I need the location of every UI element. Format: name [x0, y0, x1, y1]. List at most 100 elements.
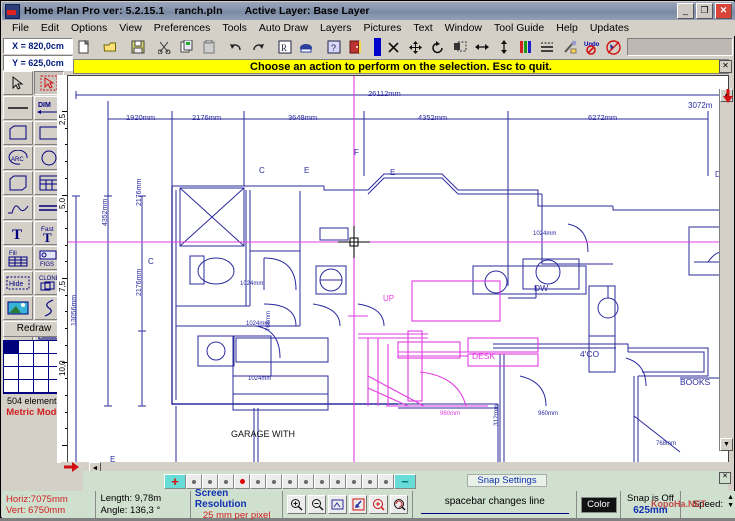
door-width-label: 960mm: [538, 411, 558, 417]
color-swatch[interactable]: [34, 354, 49, 367]
save-disk-icon[interactable]: [127, 37, 148, 58]
curve-tool[interactable]: [3, 196, 33, 220]
help-question-icon[interactable]: ?: [323, 37, 344, 58]
zoom-region-icon[interactable]: [369, 495, 388, 514]
menu-item-help[interactable]: Help: [550, 21, 584, 35]
open-folder-icon[interactable]: [100, 37, 121, 58]
color-swatch[interactable]: [4, 354, 19, 367]
color-swatch[interactable]: [34, 380, 49, 393]
maximize-button[interactable]: ❐: [696, 3, 713, 19]
plan-room-label: UP: [383, 294, 394, 303]
line-width-option[interactable]: [186, 474, 202, 489]
color-swatch[interactable]: [19, 380, 34, 393]
fill-tool[interactable]: Fill: [3, 246, 33, 270]
line-width-option[interactable]: [298, 474, 314, 489]
eyedropper-icon[interactable]: [559, 37, 580, 58]
close-icon[interactable]: ✕: [719, 60, 732, 73]
color-swatch[interactable]: [19, 341, 34, 354]
hide-tool[interactable]: Hide: [3, 271, 33, 295]
arc-tool[interactable]: ARC: [3, 146, 33, 170]
menu-item-view[interactable]: View: [113, 21, 148, 35]
minimize-button[interactable]: _: [677, 3, 694, 19]
pan-down-icon[interactable]: [722, 89, 734, 103]
color-swatch[interactable]: [4, 380, 19, 393]
decrease-width-button[interactable]: −: [394, 474, 416, 489]
menu-item-text[interactable]: Text: [407, 21, 438, 35]
menu-item-auto-draw[interactable]: Auto Draw: [253, 21, 314, 35]
copy-icon[interactable]: [176, 37, 197, 58]
print-icon[interactable]: [296, 37, 317, 58]
stretch-horizontal-icon[interactable]: [471, 37, 492, 58]
line-width-option[interactable]: [378, 474, 394, 489]
zoom-refresh-icon[interactable]: [390, 495, 409, 514]
top-dimension-label: 2176mm: [192, 113, 221, 122]
line-tool[interactable]: [3, 96, 33, 120]
speed-stepper[interactable]: ▲▼: [727, 494, 734, 510]
polyline-tool[interactable]: [3, 121, 33, 145]
menu-item-window[interactable]: Window: [439, 21, 488, 35]
cut-scissors-icon[interactable]: [154, 37, 175, 58]
menu-item-updates[interactable]: Updates: [584, 21, 635, 35]
drawing-canvas[interactable]: 26112mm1920mm2176mm3648mm4352mm6272mm307…: [67, 75, 729, 463]
line-width-option[interactable]: [314, 474, 330, 489]
line-width-option[interactable]: [330, 474, 346, 489]
redo-icon[interactable]: [247, 37, 268, 58]
line-width-option[interactable]: [282, 474, 298, 489]
snap-settings-button[interactable]: Snap Settings: [467, 474, 547, 487]
scroll-down-button[interactable]: ▼: [720, 438, 733, 451]
rotate-icon[interactable]: [427, 37, 448, 58]
new-file-icon[interactable]: [73, 37, 94, 58]
vertical-scrollbar[interactable]: ▲ ▼: [719, 89, 733, 451]
line-width-option[interactable]: [234, 474, 250, 489]
line-width-option[interactable]: [202, 474, 218, 489]
color-swatch[interactable]: [4, 367, 19, 380]
select-area-icon[interactable]: [449, 37, 470, 58]
color-swatch[interactable]: [4, 341, 19, 354]
line-width-option[interactable]: [346, 474, 362, 489]
undo-icon[interactable]: [225, 37, 246, 58]
color-swatch-grid[interactable]: [3, 340, 65, 394]
zoom-window-icon[interactable]: [328, 495, 347, 514]
zoom-out-icon[interactable]: [308, 495, 327, 514]
menu-item-tools[interactable]: Tools: [216, 21, 253, 35]
line-width-option[interactable]: [250, 474, 266, 489]
increase-width-button[interactable]: +: [164, 474, 186, 489]
close-icon[interactable]: ✕: [719, 472, 731, 484]
menu-item-pictures[interactable]: Pictures: [357, 21, 407, 35]
text-tool[interactable]: T: [3, 221, 33, 245]
color-swatch[interactable]: [19, 354, 34, 367]
pan-arrow-icon[interactable]: [63, 460, 79, 474]
door-icon[interactable]: [345, 37, 366, 58]
pointer-tool[interactable]: [3, 71, 33, 95]
colors-icon[interactable]: [515, 37, 536, 58]
delete-x-icon[interactable]: [383, 37, 404, 58]
menu-item-file[interactable]: File: [6, 21, 35, 35]
line-width-option[interactable]: [218, 474, 234, 489]
redraw-button[interactable]: Redraw: [3, 321, 65, 337]
color-swatch[interactable]: [34, 367, 49, 380]
menu-item-preferences[interactable]: Preferences: [148, 21, 217, 35]
paste-icon[interactable]: [198, 37, 219, 58]
undo-all-icon[interactable]: Undo: [581, 37, 602, 58]
color-button[interactable]: Color: [581, 497, 617, 513]
menu-item-options[interactable]: Options: [65, 21, 113, 35]
color-swatch[interactable]: [34, 341, 49, 354]
room-tool[interactable]: [3, 171, 33, 195]
menu-item-tool-guide[interactable]: Tool Guide: [488, 21, 550, 35]
line-width-option[interactable]: [362, 474, 378, 489]
stretch-vertical-icon[interactable]: [493, 37, 514, 58]
line-width-option[interactable]: [266, 474, 282, 489]
line-style-icon[interactable]: [537, 37, 558, 58]
coordinate-x-field[interactable]: X = 820,0cm: [3, 38, 73, 54]
coordinate-y-field[interactable]: Y = 625,0cm: [3, 55, 73, 71]
color-swatch[interactable]: [19, 367, 34, 380]
zoom-extents-icon[interactable]: [349, 495, 368, 514]
move-icon[interactable]: [405, 37, 426, 58]
picture-tool[interactable]: [3, 296, 33, 320]
zoom-in-icon[interactable]: [287, 495, 306, 514]
close-button[interactable]: ✕: [715, 3, 732, 19]
cancel-select-icon[interactable]: [603, 37, 624, 58]
menu-item-edit[interactable]: Edit: [35, 21, 65, 35]
menu-item-layers[interactable]: Layers: [314, 21, 358, 35]
print-preview-icon[interactable]: R: [274, 37, 295, 58]
